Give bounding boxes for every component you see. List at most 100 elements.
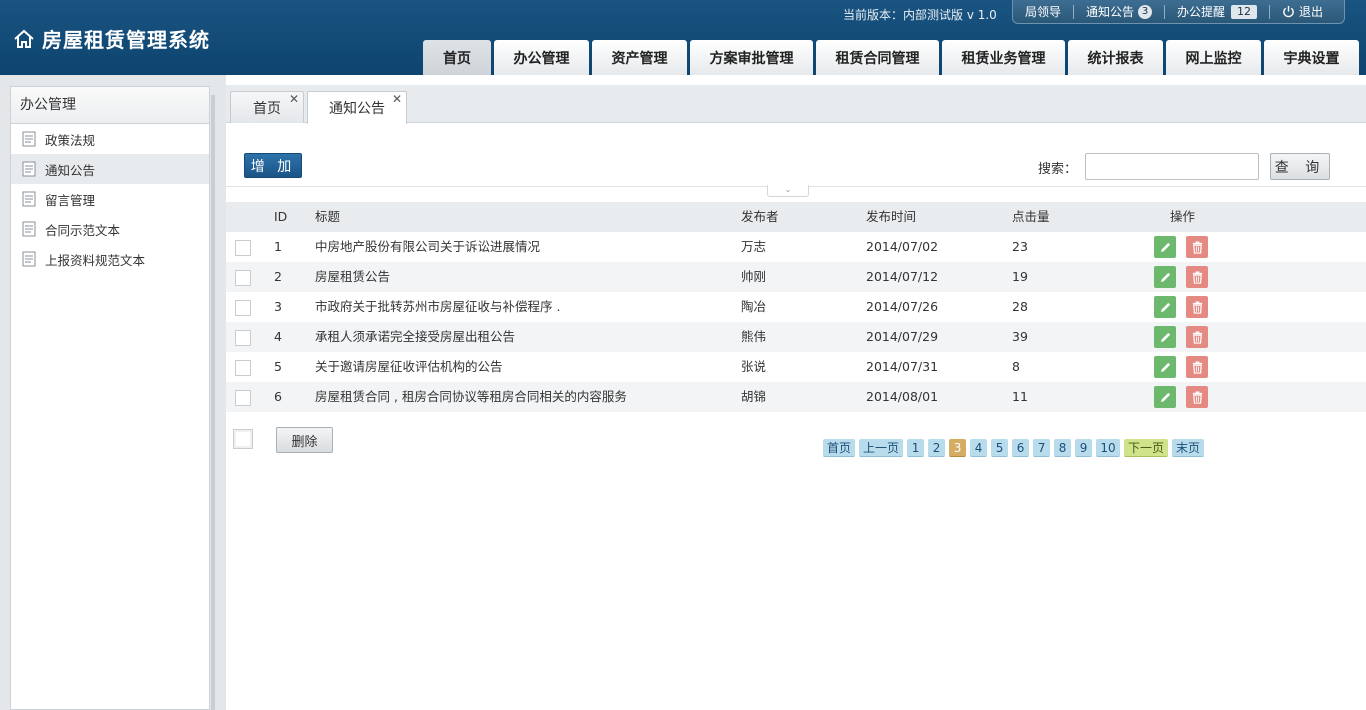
- row-checkbox[interactable]: [235, 360, 251, 376]
- edit-button[interactable]: [1154, 386, 1176, 408]
- page-next[interactable]: 下一页: [1124, 439, 1169, 457]
- nav-plan-approval[interactable]: 方案审批管理: [690, 40, 813, 75]
- pencil-icon: [1160, 392, 1170, 402]
- sidebar-item-messages[interactable]: 留言管理: [11, 184, 209, 214]
- trash-icon: [1192, 390, 1202, 404]
- table-header: ID 标题 发布者 发布时间 点击量 操作: [226, 202, 1366, 232]
- nav-assets[interactable]: 资产管理: [592, 40, 687, 75]
- page-number[interactable]: 4: [970, 439, 988, 457]
- row-time: 2014/07/02: [866, 239, 939, 254]
- bulk-delete-button[interactable]: 删除: [276, 427, 333, 453]
- office-reminder-link[interactable]: 办公提醒 12: [1165, 4, 1271, 19]
- action-bar: 增 加 搜索： 查 询: [226, 123, 1366, 187]
- table-row: 5 关于邀请房屋征收评估机构的公告 张说 2014/07/31 8: [226, 352, 1366, 382]
- trash-icon: [1192, 360, 1202, 374]
- page-last[interactable]: 末页: [1172, 439, 1205, 457]
- page-number[interactable]: 2: [928, 439, 946, 457]
- header-publisher: 发布者: [741, 209, 779, 224]
- row-clicks: 28: [1012, 299, 1028, 314]
- leader-guide-link[interactable]: 局领导: [1013, 4, 1075, 19]
- close-icon[interactable]: ✕: [392, 93, 402, 105]
- document-icon: [22, 161, 36, 177]
- delete-button[interactable]: [1186, 266, 1208, 288]
- edit-button[interactable]: [1154, 236, 1176, 258]
- page-number-current[interactable]: 3: [949, 439, 967, 457]
- main-content: 首页 ✕ 通知公告 ✕ 增 加 搜索： 查 询 ⌄ ID 标题 发布者 发布时间…: [226, 75, 1366, 710]
- nav-statistics[interactable]: 统计报表: [1068, 40, 1163, 75]
- page-number[interactable]: 6: [1012, 439, 1030, 457]
- edit-button[interactable]: [1154, 296, 1176, 318]
- select-all-checkbox[interactable]: [233, 429, 253, 449]
- pencil-icon: [1160, 272, 1170, 282]
- row-publisher: 熊伟: [741, 329, 767, 344]
- leader-guide-label: 局领导: [1025, 5, 1062, 19]
- app-logo: 房屋租赁管理系统: [12, 24, 210, 53]
- edit-button[interactable]: [1154, 326, 1176, 348]
- tab-notice[interactable]: 通知公告 ✕: [307, 91, 407, 124]
- delete-button[interactable]: [1186, 236, 1208, 258]
- table-row: 1 中房地产股份有限公司关于诉讼进展情况 万志 2014/07/02 23: [226, 232, 1366, 262]
- sidebar-item-policy[interactable]: 政策法规: [11, 124, 209, 154]
- app-title: 房屋租赁管理系统: [42, 28, 210, 52]
- page-number[interactable]: 9: [1075, 439, 1093, 457]
- page-number[interactable]: 7: [1033, 439, 1051, 457]
- nav-office[interactable]: 办公管理: [494, 40, 589, 75]
- add-button[interactable]: 增 加: [244, 153, 302, 178]
- edit-button[interactable]: [1154, 356, 1176, 378]
- tab-home[interactable]: 首页 ✕: [230, 91, 304, 123]
- query-button[interactable]: 查 询: [1270, 153, 1330, 180]
- header-id: ID: [274, 209, 288, 224]
- nav-home[interactable]: 首页: [423, 40, 491, 75]
- search-input[interactable]: [1085, 153, 1259, 180]
- delete-button[interactable]: [1186, 326, 1208, 348]
- sidebar-scrollbar[interactable]: [211, 95, 215, 710]
- document-icon: [22, 191, 36, 207]
- row-clicks: 23: [1012, 239, 1028, 254]
- row-checkbox[interactable]: [235, 300, 251, 316]
- app-header: 房屋租赁管理系统 当前版本：内部测试版 v 1.0 局领导 通知公告 3 办公提…: [0, 0, 1366, 75]
- page-number[interactable]: 1: [907, 439, 925, 457]
- collapse-handle[interactable]: ⌄: [767, 185, 809, 197]
- delete-button[interactable]: [1186, 356, 1208, 378]
- close-icon[interactable]: ✕: [289, 93, 299, 105]
- sidebar-item-notice[interactable]: 通知公告: [11, 154, 209, 184]
- power-icon: [1283, 5, 1294, 18]
- row-checkbox[interactable]: [235, 390, 251, 406]
- row-id: 4: [274, 329, 282, 344]
- trash-icon: [1192, 240, 1202, 254]
- notice-count-badge: 3: [1138, 4, 1153, 19]
- office-reminder-label: 办公提醒: [1177, 5, 1226, 19]
- nav-lease-contract[interactable]: 租赁合同管理: [816, 40, 939, 75]
- document-icon: [22, 251, 36, 267]
- table-row: 3 市政府关于批转苏州市房屋征收与补偿程序 . 陶冶 2014/07/26 28: [226, 292, 1366, 322]
- top-toolbar: 局领导 通知公告 3 办公提醒 12 退出: [1012, 0, 1345, 24]
- delete-button[interactable]: [1186, 386, 1208, 408]
- row-checkbox[interactable]: [235, 270, 251, 286]
- trash-icon: [1192, 270, 1202, 284]
- search-label: 搜索：: [1038, 162, 1078, 177]
- notice-link[interactable]: 通知公告 3: [1074, 4, 1166, 19]
- sidebar-item-label: 上报资料规范文本: [45, 252, 146, 268]
- sidebar-item-contract-template[interactable]: 合同示范文本: [11, 214, 209, 244]
- page-prev[interactable]: 上一页: [859, 439, 904, 457]
- row-checkbox[interactable]: [235, 240, 251, 256]
- row-checkbox[interactable]: [235, 330, 251, 346]
- delete-button[interactable]: [1186, 296, 1208, 318]
- logout-button[interactable]: 退出: [1270, 5, 1335, 19]
- tab-label: 首页: [253, 100, 281, 117]
- row-time: 2014/07/31: [866, 359, 939, 374]
- page-number[interactable]: 10: [1096, 439, 1121, 457]
- trash-icon: [1192, 330, 1202, 344]
- page-number[interactable]: 8: [1054, 439, 1072, 457]
- sidebar-item-report-template[interactable]: 上报资料规范文本: [11, 244, 209, 274]
- row-id: 3: [274, 299, 282, 314]
- page-number[interactable]: 5: [991, 439, 1009, 457]
- edit-button[interactable]: [1154, 266, 1176, 288]
- page-first[interactable]: 首页: [823, 439, 856, 457]
- nav-online-monitor[interactable]: 网上监控: [1166, 40, 1261, 75]
- pencil-icon: [1160, 242, 1170, 252]
- nav-lease-business[interactable]: 租赁业务管理: [942, 40, 1065, 75]
- tab-bar: 首页 ✕ 通知公告 ✕: [226, 85, 1366, 124]
- tab-label: 通知公告: [329, 101, 385, 117]
- nav-settings[interactable]: 宇典设置: [1264, 40, 1359, 75]
